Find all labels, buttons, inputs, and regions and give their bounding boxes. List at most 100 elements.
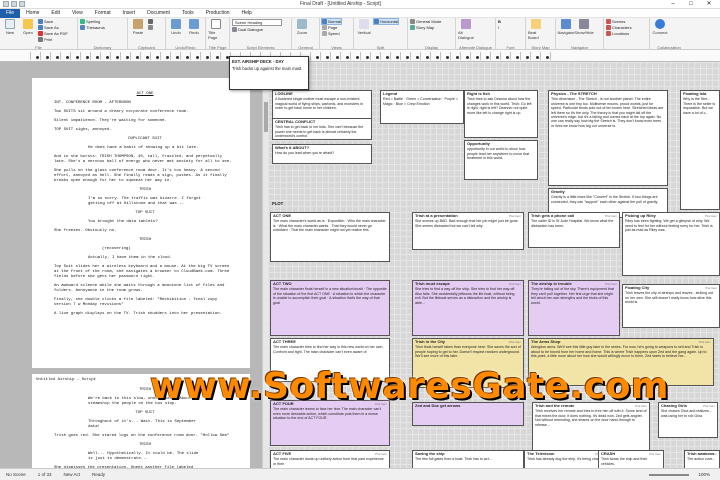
scenes-report-button[interactable]: Scenes [606,19,632,24]
split-vertical-button[interactable]: Vertical [356,19,372,35]
page1-line[interactable]: TRISH [54,188,236,193]
beat-card[interactable]: Opportunity opportunity in our world to s… [464,140,538,180]
locations-report-button[interactable]: Locations [606,31,632,36]
beat-card[interactable]: Physics - The STRETCH This dimension - Th… [548,90,668,186]
undo-button[interactable]: Undo [168,19,184,35]
timeline-beat-marker[interactable] [96,56,99,59]
page1-line[interactable]: Silent impatience. They're waiting for s… [54,119,236,124]
timeline-beat-marker[interactable] [426,56,429,59]
timeline-beat-marker[interactable] [336,56,339,59]
view-normal-button[interactable]: Normal [321,18,342,25]
page1-line[interactable]: (recovering) [102,247,236,252]
timeline-beat-marker[interactable] [46,56,49,59]
menu-production[interactable]: Production [200,9,236,18]
timeline-beat-marker[interactable] [316,56,319,59]
beat-card[interactable]: Right is fish Trish tries to ask Deanna a… [464,90,538,138]
timeline-beat-marker[interactable] [536,56,539,59]
menu-file[interactable]: File [0,8,21,18]
timeline-beat-marker[interactable] [386,56,389,59]
timeline-beat-marker[interactable] [196,56,199,59]
bold-button[interactable]: B [498,19,501,24]
beat-card[interactable]: ACT TWO The main character finds herself … [270,280,390,336]
new-button[interactable]: New [2,19,18,35]
timeline-beat-marker[interactable] [346,56,349,59]
maximize-button[interactable]: □ [682,0,700,9]
copy-button[interactable] [148,25,153,30]
page2-line[interactable]: Well... Hypothetically. It could be. The… [88,452,202,462]
menu-insert[interactable]: Insert [117,9,142,18]
page2-line[interactable]: Throughout of it's... Wait. This is Sept… [88,420,202,430]
timeline-beat-marker[interactable] [86,56,89,59]
page1-line[interactable]: He does have a habit of showing up a bit… [88,146,202,151]
beat-card[interactable]: Trish gets a phone call Plot Item The call… [528,212,620,248]
timeline-beat-marker[interactable] [216,56,219,59]
timeline-beat-marker[interactable] [76,56,79,59]
close-button[interactable]: ✕ [700,0,718,9]
timeline-beat-marker[interactable] [396,56,399,59]
timeline-beat-marker[interactable] [496,56,499,59]
timeline-beat-marker[interactable] [526,56,529,59]
spelling-button[interactable]: Spelling [80,19,105,24]
page1-line[interactable]: TRISH [54,238,236,243]
page1-line[interactable]: ACT ONE [54,92,236,97]
timeline-beat-marker[interactable] [186,56,189,59]
beat-card[interactable]: The airship in trouble Plot Item They're f… [528,280,620,336]
print-button[interactable]: Print [38,37,68,42]
beat-card[interactable]: ACT ONE The main character's world as-is … [270,212,390,262]
minimize-button[interactable]: – [664,0,682,9]
page1-line[interactable]: I'm so sorry. The traffic was bizarre. I… [88,197,202,207]
beat-card[interactable]: Floating City Plot Item Trish leaves the c… [622,284,720,328]
menu-view[interactable]: View [66,9,89,18]
save-button[interactable]: Save [38,19,68,24]
timeline-beat-marker[interactable] [356,56,359,59]
beat-board[interactable]: LOGLINE A flustered single mother must es… [268,62,720,468]
timeline-beat-marker[interactable] [106,56,109,59]
timeline-beat-marker[interactable] [406,56,409,59]
menu-format[interactable]: Format [89,9,117,18]
timeline-beat-marker[interactable] [376,56,379,59]
timeline-beat-marker[interactable] [166,56,169,59]
timeline-beat-marker[interactable] [66,56,69,59]
storymap-button[interactable]: Story Map [410,25,441,30]
dual-dialogue-button[interactable]: Dual Dialogue [232,27,282,32]
page1-line[interactable]: An awkward silence while she waits throu… [54,284,236,294]
navigator-button[interactable]: Navigator [557,19,575,35]
menu-document[interactable]: Document [141,9,176,18]
menu-edit[interactable]: Edit [45,9,66,18]
page1-line[interactable]: Finally, she double clicks a file labele… [54,298,236,308]
paste-button[interactable]: Paste [130,19,146,35]
beat-card[interactable]: LOGLINE A flustered single mother must es… [272,90,372,120]
timeline-beat-marker[interactable] [456,56,459,59]
timeline-beat-marker[interactable] [516,56,519,59]
beat-card[interactable]: Trish must escape Plot Item She tries to f… [412,280,524,336]
alt-dialogue-button[interactable]: Alt Dialogue [458,19,474,40]
menu-home[interactable]: Home [20,9,45,18]
menu-tools[interactable]: Tools [176,9,200,18]
page1-line[interactable]: TOP SUIT sighs, annoyed. [54,128,236,133]
quick-undo-icon[interactable] [11,1,17,7]
timeline-beat-marker[interactable] [466,56,469,59]
timeline-beat-marker[interactable] [156,56,159,59]
page1-line[interactable]: TOP SUIT [54,211,236,216]
view-page-button[interactable]: Page [322,25,341,30]
timeline-beat-marker[interactable] [486,56,489,59]
zoom-button[interactable]: Zoom [294,19,310,35]
page1-line[interactable]: Two SUITS sit around a dreary corporate … [54,110,236,115]
beat-card[interactable]: CENTRAL CONFLICT Trish has to get back to… [272,118,372,140]
timeline-beat-marker[interactable] [366,56,369,59]
show-hide-button[interactable]: Show/Hide [574,19,594,35]
beat-card[interactable]: ACT FIVE Plot Item The main character dust… [270,450,390,468]
save-as-button[interactable]: Save As [38,25,68,30]
page2-line[interactable]: TRISH [54,443,236,448]
beat-card[interactable]: Chasing Girls Plot Item She chases Gina an… [658,402,718,438]
page1-line[interactable]: And in she bursts: TRISH THOMPSON, 40, t… [54,155,236,165]
beat-card[interactable]: Trish awakens Plot Item The action cove... [684,450,720,468]
timeline-beat-marker[interactable] [176,56,179,59]
quick-redo-icon[interactable] [19,1,25,7]
open-button[interactable]: Open [20,19,36,35]
timeline-beat-marker[interactable] [36,56,39,59]
quick-save-icon[interactable] [3,1,9,7]
script-page-1[interactable]: 1. ACT ONEINT. CONFERENCE ROOM - AFTERNO… [32,78,250,368]
beat-card[interactable]: What's it ABOUT? How do you lead when you… [272,144,372,164]
page1-line[interactable]: A live graph displays on the TV. Trish s… [54,312,236,317]
